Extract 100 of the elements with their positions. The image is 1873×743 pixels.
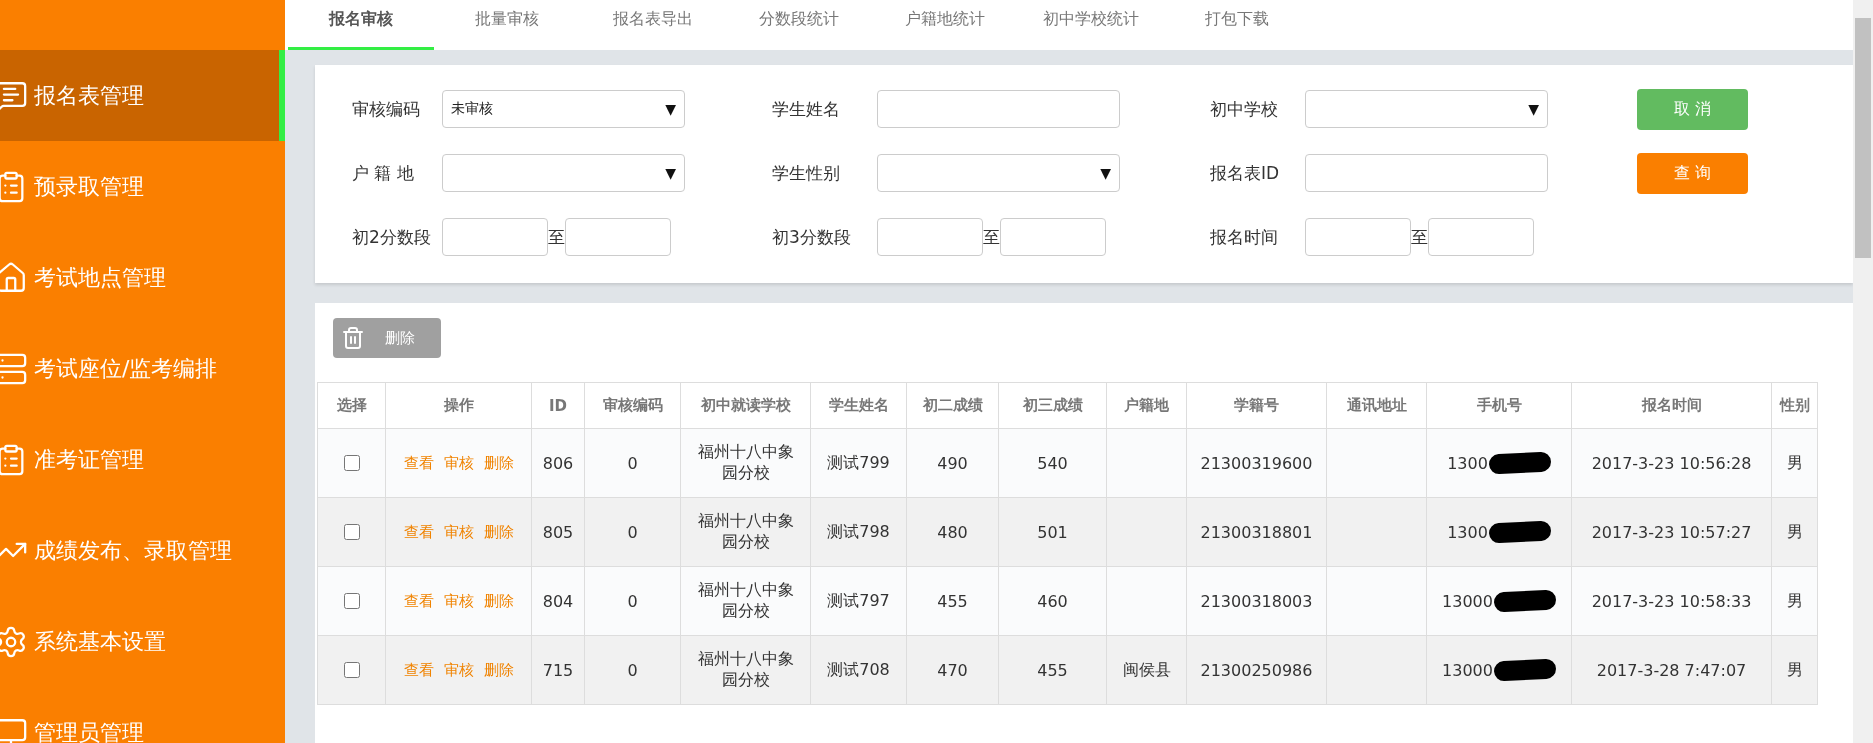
dropdown[interactable]: ▼: [442, 154, 685, 192]
server-icon: [0, 351, 28, 386]
field-label: 报名表ID: [1210, 161, 1281, 185]
table-cell: 福州十八中象园分校: [680, 497, 811, 567]
range-separator: 至: [548, 225, 565, 249]
sidebar-item[interactable]: 预录取管理: [0, 141, 285, 232]
field-label: 初2分数段: [352, 225, 432, 249]
column-header: 选择: [317, 382, 386, 429]
table-cell: 0: [584, 497, 681, 567]
sidebar-item[interactable]: 报名表管理: [0, 50, 285, 141]
table-cell: 测试797: [810, 566, 907, 636]
table-cell: 21300319600: [1186, 428, 1327, 498]
tab[interactable]: 批量审核: [434, 0, 580, 50]
table-cell: 0: [584, 635, 681, 705]
action-link[interactable]: 审核: [443, 591, 474, 611]
column-header: 审核编码: [584, 382, 681, 429]
action-link[interactable]: 查看: [403, 522, 434, 542]
table-cell: 2017-3-23 10:56:28: [1571, 428, 1772, 498]
row-checkbox[interactable]: [344, 661, 360, 678]
table-cell: 490: [906, 428, 999, 498]
input-field[interactable]: [1000, 218, 1106, 256]
input-field[interactable]: [1305, 218, 1411, 256]
action-link[interactable]: 查看: [403, 660, 434, 680]
field-label: 学生性别: [772, 161, 841, 185]
action-link[interactable]: 删除: [483, 591, 514, 611]
sidebar-item[interactable]: 准考证管理: [0, 414, 285, 505]
action-link[interactable]: 查看: [403, 453, 434, 473]
row-checkbox[interactable]: [344, 454, 360, 471]
action-link[interactable]: 审核: [443, 522, 474, 542]
dropdown[interactable]: ▼: [1305, 90, 1548, 128]
table-cell: 806: [531, 428, 585, 498]
phone-number: 1300: [1447, 453, 1488, 473]
table-cell: 21300318801: [1186, 497, 1327, 567]
settings-icon: [0, 624, 28, 659]
column-header: 户籍地: [1106, 382, 1187, 429]
column-header: 学籍号: [1186, 382, 1327, 429]
table-cell: 男: [1771, 566, 1818, 636]
dropdown[interactable]: ▼: [877, 154, 1120, 192]
table-cell: 480: [906, 497, 999, 567]
table-cell: 2017-3-23 10:58:33: [1571, 566, 1772, 636]
action-link[interactable]: 删除: [483, 522, 514, 542]
column-header: 报名时间: [1571, 382, 1772, 429]
sidebar-item[interactable]: 管理员管理: [0, 687, 285, 743]
table-cell: 455: [998, 635, 1107, 705]
column-header: 操作: [385, 382, 532, 429]
range-separator: 至: [983, 225, 1000, 249]
table-cell: 福州十八中象园分校: [680, 566, 811, 636]
table-cell: 715: [531, 635, 585, 705]
dropdown[interactable]: 未审核 ▼: [442, 90, 685, 128]
row-checkbox[interactable]: [344, 523, 360, 540]
table-cell: 21300318003: [1186, 566, 1327, 636]
input-field[interactable]: [1428, 218, 1534, 256]
scrollbar[interactable]: [1853, 0, 1873, 743]
table-cell: 805: [531, 497, 585, 567]
query-button[interactable]: 查 询: [1637, 152, 1748, 194]
field-label: 初3分数段: [772, 225, 852, 249]
action-link[interactable]: 查看: [403, 591, 434, 611]
tab[interactable]: 报名表导出: [580, 0, 726, 50]
table-cell: 0: [584, 428, 681, 498]
table-cell: 470: [906, 635, 999, 705]
action-link[interactable]: 审核: [443, 453, 474, 473]
table-cell: 540: [998, 428, 1107, 498]
column-header: 性别: [1771, 382, 1818, 429]
sidebar-item[interactable]: 成绩发布、录取管理: [0, 505, 285, 596]
table-cell: 测试798: [810, 497, 907, 567]
column-header: 初中就读学校: [680, 382, 811, 429]
delete-button[interactable]: 删除: [333, 318, 441, 358]
column-header: 通讯地址: [1326, 382, 1427, 429]
action-link[interactable]: 审核: [443, 660, 474, 680]
input-field[interactable]: [1305, 154, 1548, 192]
input-field[interactable]: [565, 218, 671, 256]
column-header: 学生姓名: [810, 382, 907, 429]
sidebar-item[interactable]: 考试座位/监考编排: [0, 323, 285, 414]
column-header: 手机号: [1426, 382, 1572, 429]
sidebar-item[interactable]: 系统基本设置: [0, 596, 285, 687]
tab[interactable]: 报名审核: [288, 0, 434, 50]
input-field[interactable]: [442, 218, 548, 256]
tab[interactable]: 户籍地统计: [872, 0, 1018, 50]
trash-icon: [341, 326, 365, 350]
scrollbar-thumb[interactable]: [1855, 18, 1871, 258]
tab[interactable]: 分数段统计: [726, 0, 872, 50]
phone-number: 13000: [1442, 660, 1493, 680]
table-cell: 804: [531, 566, 585, 636]
field-label: 学生姓名: [772, 97, 841, 121]
input-field[interactable]: [877, 218, 983, 256]
caret-icon: ▼: [665, 101, 676, 117]
column-header: 初二成绩: [906, 382, 999, 429]
action-link[interactable]: 删除: [483, 453, 514, 473]
tab[interactable]: 打包下载: [1164, 0, 1310, 50]
house-icon: [0, 260, 28, 295]
row-checkbox[interactable]: [344, 592, 360, 609]
cancel-button[interactable]: 取 消: [1637, 88, 1748, 130]
table-cell: 闽侯县: [1106, 635, 1187, 705]
sidebar-item[interactable]: 考试地点管理: [0, 232, 285, 323]
table-cell: 2017-3-28 7:47:07: [1571, 635, 1772, 705]
table-cell: 福州十八中象园分校: [680, 428, 811, 498]
table-cell: 男: [1771, 497, 1818, 567]
tab[interactable]: 初中学校统计: [1018, 0, 1164, 50]
action-link[interactable]: 删除: [483, 660, 514, 680]
input-field[interactable]: [877, 90, 1120, 128]
